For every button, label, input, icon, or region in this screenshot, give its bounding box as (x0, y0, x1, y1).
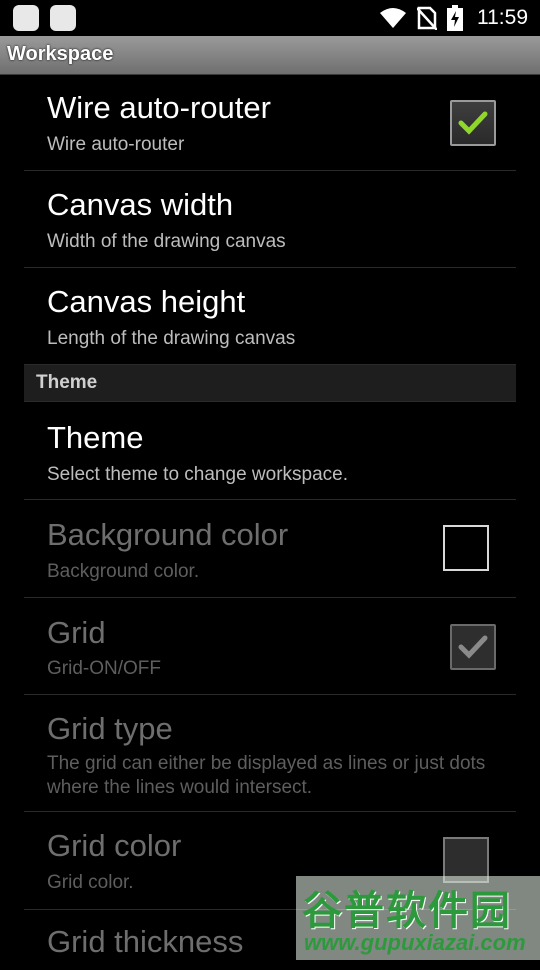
pref-wire-auto-router[interactable]: Wire auto-router Wire auto-router (24, 74, 516, 171)
category-label: Theme (36, 372, 98, 393)
watermark-url: www.gupuxiazai.com (304, 930, 526, 955)
wifi-icon (380, 8, 406, 28)
app-icon (13, 5, 39, 31)
pref-canvas-width[interactable]: Canvas width Width of the drawing canvas (24, 171, 516, 268)
pref-title: Grid color (47, 828, 182, 863)
pref-title: Grid (47, 615, 106, 650)
pref-summary: Grid-ON/OFF (47, 658, 161, 679)
background-color-swatch[interactable] (443, 525, 489, 571)
watermark: 谷普软件园 www.gupuxiazai.com (296, 876, 540, 960)
pref-grid-type[interactable]: Grid type The grid can either be display… (24, 695, 516, 812)
pref-title: Canvas width (47, 187, 234, 222)
pref-summary: Grid color. (47, 872, 134, 893)
watermark-chinese-text: 谷普软件园 (302, 889, 512, 933)
pref-title: Canvas height (47, 284, 246, 319)
pref-title: Grid type (47, 711, 173, 746)
checkmark-icon (458, 111, 488, 135)
pref-summary: Width of the drawing canvas (47, 231, 286, 252)
pref-summary: Select theme to change workspace. (47, 464, 349, 485)
category-header-theme: Theme (24, 365, 516, 402)
grid-checkbox[interactable] (450, 624, 496, 670)
pref-background-color[interactable]: Background color Background color. (24, 500, 516, 598)
wire-auto-router-checkbox[interactable] (450, 100, 496, 146)
pref-canvas-height[interactable]: Canvas height Length of the drawing canv… (24, 268, 516, 365)
battery-charging-icon (447, 5, 463, 31)
page-title: Workspace (7, 43, 114, 65)
no-sim-icon (417, 6, 437, 30)
pref-title: Background color (47, 517, 289, 552)
pref-title: Wire auto-router (47, 90, 271, 125)
status-time: 11:59 (477, 6, 528, 29)
pref-summary: Length of the drawing canvas (47, 328, 296, 349)
pref-title: Theme (47, 420, 144, 455)
pref-summary: Background color. (47, 561, 200, 582)
title-bar: Workspace (0, 36, 540, 75)
pref-summary: Wire auto-router (47, 134, 185, 155)
pref-theme[interactable]: Theme Select theme to change workspace. (24, 402, 516, 500)
pref-grid[interactable]: Grid Grid-ON/OFF (24, 598, 516, 695)
pref-title: Grid thickness (47, 924, 244, 959)
preference-list: Wire auto-router Wire auto-router Canvas… (24, 74, 516, 970)
checkmark-icon (458, 635, 488, 659)
pref-summary: The grid can either be displayed as line… (47, 753, 486, 798)
app-icon (50, 5, 76, 31)
status-bar: 11:59 (0, 0, 540, 36)
